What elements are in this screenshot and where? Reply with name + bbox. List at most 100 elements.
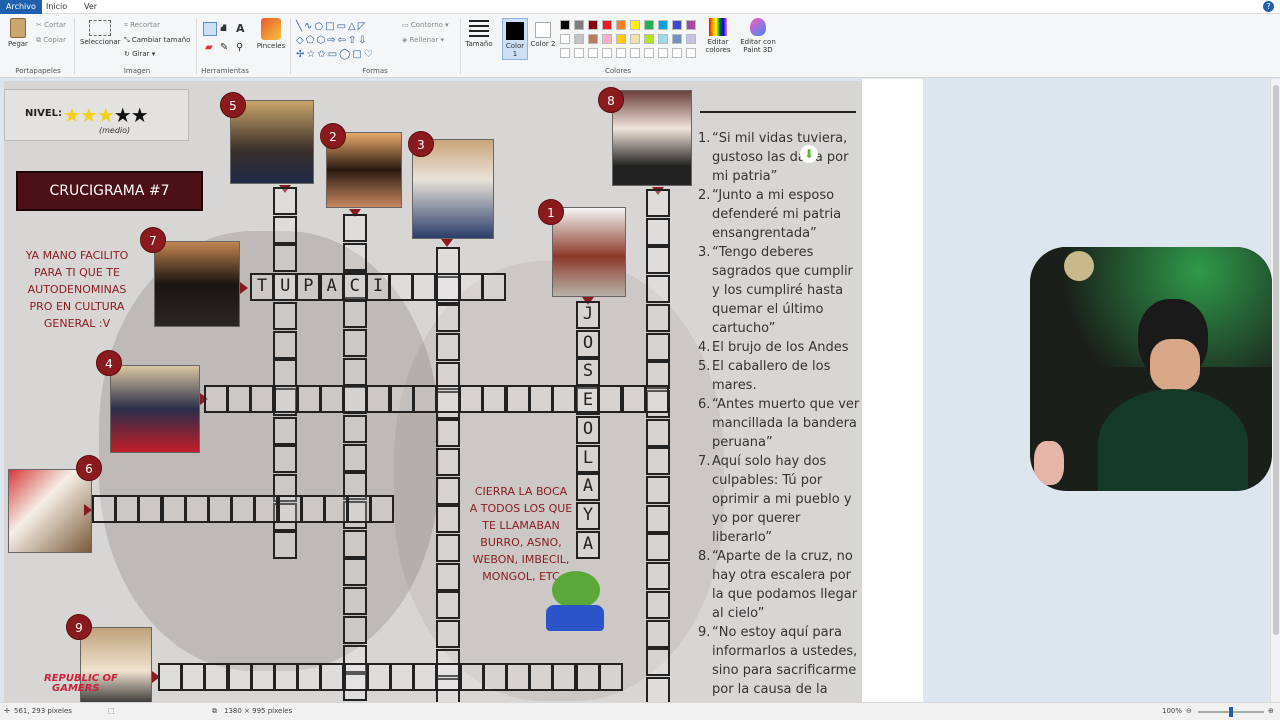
crossword-cell[interactable] xyxy=(436,447,460,476)
magnifier-icon[interactable]: ⚲ xyxy=(236,42,243,53)
crossword-cell[interactable] xyxy=(435,273,460,301)
crossword-cell[interactable] xyxy=(552,385,576,413)
crossword-cell[interactable] xyxy=(390,663,414,691)
crossword-cell[interactable] xyxy=(370,495,395,523)
crossword-cell[interactable] xyxy=(343,242,367,271)
crossword-cell[interactable] xyxy=(273,330,297,359)
color-swatch[interactable] xyxy=(630,34,640,44)
crop-button[interactable]: ⌗ Recortar xyxy=(124,21,160,30)
custom-color-swatch[interactable] xyxy=(630,48,640,58)
crossword-cell[interactable] xyxy=(621,385,646,413)
crossword-cell[interactable] xyxy=(552,663,577,691)
crossword-cell[interactable] xyxy=(138,495,163,523)
crossword-cell[interactable] xyxy=(646,562,670,591)
custom-color-swatch[interactable] xyxy=(644,48,654,58)
crossword-cell[interactable] xyxy=(343,558,367,587)
color2-button[interactable]: Color 2 xyxy=(530,18,556,48)
custom-color-swatch[interactable] xyxy=(560,48,570,58)
color-swatch[interactable] xyxy=(602,34,612,44)
crossword-cell[interactable] xyxy=(646,246,670,275)
crossword-cell[interactable] xyxy=(250,385,275,413)
crossword-cell[interactable] xyxy=(646,676,670,702)
crossword-cell[interactable] xyxy=(296,385,321,413)
color-swatch[interactable] xyxy=(560,20,570,30)
help-icon[interactable]: ? xyxy=(1263,1,1274,12)
color-swatch[interactable] xyxy=(574,20,584,30)
crossword-cell[interactable] xyxy=(92,495,116,523)
color-swatch[interactable] xyxy=(644,20,654,30)
crossword-cell[interactable] xyxy=(646,275,670,304)
crossword-cell[interactable] xyxy=(646,648,670,677)
paint3d-button[interactable]: Editar con Paint 3D xyxy=(738,18,778,54)
crossword-cell[interactable] xyxy=(273,187,297,215)
crossword-cell[interactable] xyxy=(436,663,461,691)
custom-color-swatch[interactable] xyxy=(686,48,696,58)
crossword-cell[interactable] xyxy=(273,244,297,273)
crossword-cell[interactable] xyxy=(646,303,670,332)
crossword-cell[interactable] xyxy=(646,418,670,447)
crossword-cell[interactable] xyxy=(436,505,460,534)
crossword-cell[interactable] xyxy=(436,562,460,591)
fill-button[interactable]: ◈ Rellenar ▾ xyxy=(402,36,444,44)
crossword-cell[interactable] xyxy=(646,447,670,476)
crossword-cell[interactable] xyxy=(366,385,391,413)
custom-color-swatch[interactable] xyxy=(616,48,626,58)
crossword-cell[interactable] xyxy=(459,385,484,413)
color-swatch[interactable] xyxy=(574,34,584,44)
crossword-cell[interactable] xyxy=(646,504,670,533)
crossword-cell[interactable] xyxy=(506,663,530,691)
crossword-cell[interactable] xyxy=(115,495,140,523)
color-swatch[interactable] xyxy=(686,20,696,30)
zoom-slider-handle[interactable] xyxy=(1229,707,1233,717)
crossword-cell[interactable] xyxy=(273,385,298,413)
crossword-cell[interactable] xyxy=(436,620,460,649)
crossword-cell[interactable] xyxy=(646,332,670,361)
crossword-cell[interactable] xyxy=(343,328,367,357)
crossword-cell[interactable] xyxy=(458,273,483,301)
brushes-button[interactable]: Pinceles xyxy=(256,18,286,50)
custom-color-swatch[interactable] xyxy=(588,48,598,58)
crossword-cell[interactable] xyxy=(646,590,670,619)
shapes-gallery[interactable]: ╲∿○□▭△◸ ◇⬠⬡⇨⇦⇧⇩ ✢☆✩▭◯▢♡ xyxy=(296,20,396,64)
color1-button[interactable]: Color 1 xyxy=(502,18,528,60)
fill-icon[interactable]: ⛘ xyxy=(220,23,227,36)
crossword-cell[interactable] xyxy=(646,619,670,648)
crossword-cell[interactable] xyxy=(505,385,530,413)
crossword-cell[interactable] xyxy=(204,663,229,691)
copy-button[interactable]: ⧉ Copiar xyxy=(36,36,66,45)
crossword-cell[interactable] xyxy=(482,273,506,301)
color-swatch[interactable] xyxy=(686,34,696,44)
custom-color-swatch[interactable] xyxy=(602,48,612,58)
tab-archivo[interactable]: Archivo xyxy=(0,0,42,14)
crossword-cell[interactable] xyxy=(343,443,367,472)
crossword-cell[interactable] xyxy=(320,385,344,413)
crossword-cell[interactable] xyxy=(366,663,391,691)
crossword-cell[interactable] xyxy=(436,419,460,448)
cut-button[interactable]: ✂ Cortar xyxy=(36,21,66,29)
color-swatch[interactable] xyxy=(672,20,682,30)
color-swatch[interactable] xyxy=(630,20,640,30)
crossword-cell[interactable] xyxy=(324,495,348,523)
paste-button[interactable]: Pegar xyxy=(6,18,30,48)
crossword-cell[interactable] xyxy=(343,385,368,413)
color-swatch[interactable] xyxy=(588,20,598,30)
crossword-cell[interactable] xyxy=(413,663,438,691)
crossword-cell[interactable] xyxy=(646,217,670,246)
zoom-out-icon[interactable]: ⊖ xyxy=(1186,707,1192,715)
crossword-cell[interactable] xyxy=(343,214,367,242)
crossword-cell[interactable] xyxy=(161,495,186,523)
crossword-cell[interactable] xyxy=(598,663,623,691)
crossword-cell[interactable] xyxy=(644,385,669,413)
crossword-cell[interactable] xyxy=(436,534,460,562)
crossword-cell[interactable] xyxy=(273,215,297,244)
crossword-cell[interactable] xyxy=(436,247,460,275)
crossword-cell[interactable] xyxy=(436,476,460,505)
crossword-cell[interactable] xyxy=(436,591,460,620)
custom-color-swatch[interactable] xyxy=(574,48,584,58)
color-swatch[interactable] xyxy=(658,20,668,30)
crossword-cell[interactable] xyxy=(274,663,298,691)
crossword-cell[interactable] xyxy=(646,533,670,562)
crossword-cell[interactable] xyxy=(436,385,460,413)
crossword-cell[interactable] xyxy=(184,495,209,523)
crossword-cell[interactable] xyxy=(343,300,367,329)
